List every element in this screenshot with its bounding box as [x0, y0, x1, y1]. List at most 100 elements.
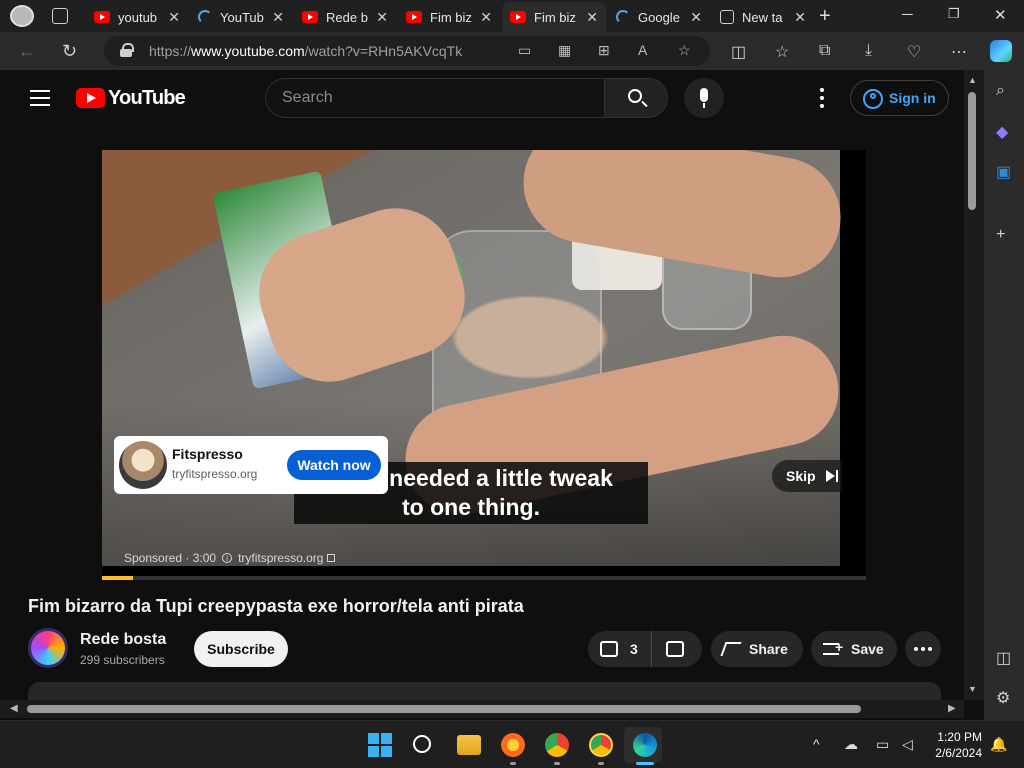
cast-icon[interactable]: ▭	[518, 42, 531, 59]
more-actions-button[interactable]	[905, 631, 941, 667]
browser-tab-7[interactable]: New ta ✕	[712, 2, 814, 32]
tab-close-icon[interactable]: ✕	[480, 9, 492, 26]
read-aloud-icon[interactable]: A	[638, 42, 647, 58]
copilot-icon[interactable]	[990, 40, 1012, 62]
taskbar-clock[interactable]: 1:20 PM 2/6/2024	[926, 729, 982, 761]
search-button[interactable]	[604, 78, 668, 118]
sidebar-search-icon[interactable]: ⌕	[996, 82, 1005, 100]
menu-hamburger-icon[interactable]	[30, 90, 50, 106]
sidebar-hide-icon[interactable]: ◫	[996, 648, 1011, 668]
search-box[interactable]	[265, 78, 604, 118]
browser-tab-6[interactable]: Google ✕	[608, 2, 710, 32]
horizontal-scroll-thumb[interactable]	[27, 705, 861, 713]
close-window-icon[interactable]: ✕	[994, 6, 1007, 24]
tab-close-icon[interactable]: ✕	[168, 9, 180, 26]
profile-avatar-icon[interactable]	[10, 5, 34, 27]
tray-display-icon[interactable]: ▭	[876, 736, 889, 753]
tray-chevron-up-icon[interactable]: ^	[813, 736, 820, 752]
youtube-logo-icon[interactable]	[76, 88, 105, 108]
edge-icon[interactable]	[633, 733, 657, 757]
sign-in-button[interactable]: Sign in	[850, 80, 949, 116]
browser-tab-2[interactable]: YouTub ✕	[190, 2, 292, 32]
voice-search-mic-icon[interactable]	[684, 78, 724, 118]
settings-kebab-icon[interactable]	[820, 88, 824, 108]
video-player[interactable]: I just needed a little tweak to one thin…	[102, 150, 866, 580]
advertiser-avatar[interactable]	[119, 441, 167, 489]
vertical-scrollbar[interactable]: ▲ ▼	[964, 70, 984, 700]
like-button[interactable]: 3	[588, 631, 652, 667]
tray-volume-muted-icon[interactable]: ◁	[902, 736, 913, 753]
favorites-icon[interactable]: ☆	[775, 42, 789, 62]
skip-ad-button[interactable]: Skip	[772, 460, 842, 492]
browser-tab-4[interactable]: Fim biz ✕	[398, 2, 500, 32]
newtab-icon	[720, 10, 734, 24]
install-app-icon[interactable]: ⊞	[598, 42, 610, 59]
file-explorer-icon[interactable]	[457, 735, 481, 755]
back-arrow-icon[interactable]: ←	[18, 41, 36, 62]
tab-close-icon[interactable]: ✕	[376, 9, 388, 26]
new-tab-plus-icon[interactable]: +	[819, 5, 831, 28]
dislike-thumbs-down-icon[interactable]	[666, 641, 684, 657]
tab-actions-icon[interactable]	[52, 8, 68, 24]
tab-label: New ta	[742, 9, 783, 25]
downloads-icon[interactable]: ⤓	[865, 42, 872, 60]
firefox-icon[interactable]	[501, 733, 525, 757]
loading-spinner-icon	[198, 10, 212, 24]
scroll-up-arrow-icon[interactable]: ▲	[968, 75, 977, 85]
address-bar[interactable]: https://www.youtube.com/watch?v=RHn5AKVc…	[104, 36, 710, 66]
subscribe-button[interactable]: Subscribe	[194, 631, 288, 667]
restore-icon[interactable]: ❐	[948, 6, 960, 22]
tab-close-icon[interactable]: ✕	[690, 9, 702, 26]
channel-name[interactable]: Rede bosta	[80, 631, 166, 649]
vertical-scroll-thumb[interactable]	[968, 92, 976, 210]
tab-close-icon[interactable]: ✕	[794, 9, 806, 26]
lock-icon[interactable]	[120, 43, 134, 57]
settings-more-icon[interactable]: ⋯	[951, 42, 967, 62]
windows-start-icon[interactable]	[368, 733, 392, 757]
refresh-icon[interactable]: ↻	[62, 41, 77, 62]
browser-tab-5-active[interactable]: Fim biz ✕	[502, 2, 606, 32]
advertiser-domain[interactable]: tryfitspresso.org	[172, 467, 257, 481]
tab-close-icon[interactable]: ✕	[272, 9, 284, 26]
channel-avatar[interactable]	[28, 628, 68, 668]
horizontal-scrollbar[interactable]: ◀ ▶	[0, 700, 964, 718]
youtube-logo-text[interactable]: YouTube	[108, 87, 186, 110]
performance-heart-icon[interactable]: ♡	[907, 42, 921, 62]
split-screen-icon[interactable]: ◫	[731, 42, 746, 62]
description-box[interactable]	[28, 682, 941, 700]
sidebar-outlook-icon[interactable]: ▣	[996, 162, 1011, 182]
sidebar-add-icon[interactable]: +	[996, 226, 1005, 244]
watch-now-button[interactable]: Watch now	[287, 450, 381, 480]
sidebar-copilot-icon[interactable]: ◆	[996, 122, 1008, 142]
tray-network-icon[interactable]: ☁	[844, 736, 858, 753]
scroll-left-arrow-icon[interactable]: ◀	[10, 703, 18, 714]
sponsored-domain-link[interactable]: tryfitspresso.org	[238, 551, 323, 565]
search-input[interactable]	[282, 87, 582, 109]
browser-tab-1[interactable]: youtub ✕	[86, 2, 188, 32]
scroll-right-arrow-icon[interactable]: ▶	[948, 703, 956, 714]
taskbar-search-icon[interactable]	[413, 735, 431, 753]
skip-label: Skip	[786, 468, 816, 484]
share-button[interactable]: Share	[711, 631, 803, 667]
apps-grid-icon[interactable]: ▦	[558, 42, 571, 59]
url-text[interactable]: https://www.youtube.com/watch?v=RHn5AKVc…	[149, 43, 462, 59]
clock-date: 2/6/2024	[935, 746, 982, 760]
info-icon[interactable]: i	[222, 553, 233, 563]
chrome-canary-icon[interactable]	[589, 733, 613, 757]
tab-close-icon[interactable]: ✕	[586, 9, 598, 26]
chrome-icon[interactable]	[545, 733, 569, 757]
youtube-favicon-icon	[302, 11, 318, 23]
save-label: Save	[851, 641, 884, 657]
sidebar-settings-gear-icon[interactable]: ⚙	[996, 688, 1010, 708]
browser-tab-3[interactable]: Rede b ✕	[294, 2, 396, 32]
scroll-down-arrow-icon[interactable]: ▼	[968, 684, 977, 694]
notification-bell-icon[interactable]: 🔔	[990, 736, 1007, 753]
minimize-icon[interactable]: ─	[902, 6, 913, 23]
ad-progress-bar[interactable]	[102, 576, 866, 580]
favorite-star-icon[interactable]: ☆	[678, 42, 691, 59]
advertiser-name[interactable]: Fitspresso	[172, 446, 243, 462]
collections-icon[interactable]: ⧉	[819, 42, 830, 60]
ad-card[interactable]: Fitspresso tryfitspresso.org Watch now	[114, 436, 388, 494]
tab-label: Google	[638, 9, 680, 25]
save-button[interactable]: Save	[811, 631, 897, 667]
